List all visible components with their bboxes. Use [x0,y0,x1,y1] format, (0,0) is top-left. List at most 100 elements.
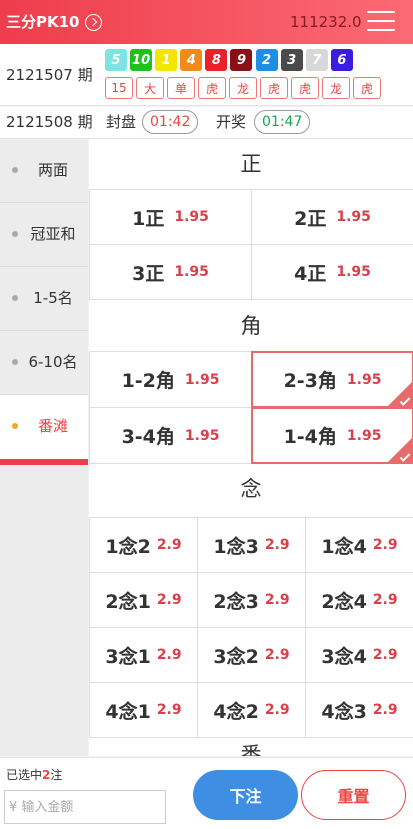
play-type-sidebar: 两面冠亚和 1-5名 6-10名番滩 [0,139,88,756]
hamburger-menu-icon[interactable] [367,9,395,33]
bet-option-odds: 1.95 [336,209,371,225]
bet-footer: 已选中2注 下注 重置 [0,757,413,829]
sidebar-item[interactable]: 番滩 [0,395,88,465]
bet-option-name: 4念2 [213,700,259,723]
bet-option[interactable]: 1念4 2.9 [305,517,413,573]
result-tag: 虎 [198,77,226,99]
bet-option[interactable]: 2念1 2.9 [89,572,198,628]
result-tag: 龙 [229,77,257,99]
check-icon [399,395,411,406]
result-tag: 龙 [322,77,350,99]
selected-suffix: 注 [50,768,63,782]
result-tag: 15 [105,77,133,99]
bet-option[interactable]: 1-4角 1.95 [251,407,413,464]
section-title: 角 [240,314,262,338]
result-tag: 虎 [291,77,319,99]
result-ball: 10 [130,49,153,71]
bet-option-name: 2正 [294,207,327,230]
result-ball: 9 [230,49,253,71]
sidebar-item-label: 两面 [37,161,68,179]
sidebar-item[interactable]: 1-5名 [0,267,88,331]
bet-option-name: 4正 [294,262,327,285]
sidebar-item-label: 冠亚和 [30,225,76,243]
bet-option-odds: 1.95 [174,209,209,225]
bet-options-panel[interactable]: 正 1正 1.95 2正 1.95 3正 1.95 4正 1.95 角 1-2角 1.95 2-3角 1.… [89,139,413,756]
bet-option[interactable]: 2念4 2.9 [305,572,413,628]
result-ball: 6 [330,49,353,71]
bet-option-odds: 2.9 [372,647,398,663]
sidebar-item-label: 番滩 [37,417,68,435]
bet-option-name: 2-3角 [283,370,337,392]
bet-option[interactable]: 1正 1.95 [89,189,252,245]
lock-label: 封盘 [106,113,137,131]
last-result-panel: 2121507 期 5 10 1 4 8 9 2 3 7 6 15 大单虎龙虎虎龙虎 [0,44,413,106]
bet-option-name: 2念4 [321,590,367,613]
bet-option-odds: 2.9 [264,537,290,553]
bet-option-odds: 2.9 [156,702,182,718]
bet-option-odds: 1.95 [184,371,220,388]
sidebar-item-label: 6-10名 [28,353,78,371]
bet-option-name: 3念1 [105,645,151,668]
bet-option-odds: 2.9 [372,702,398,718]
bet-option-odds: 2.9 [264,702,290,718]
bet-option-odds: 1.95 [336,264,371,280]
result-tags: 15 大单虎龙虎虎龙虎 [105,77,384,99]
bet-option-name: 2念1 [105,590,151,613]
app-root: 三分PK10 111232.0 2121507 期 5 10 1 4 8 9 2 3 7 6 15… [0,0,413,829]
bet-option-odds: 2.9 [264,592,290,608]
bet-option[interactable]: 1念3 2.9 [197,517,306,573]
result-tag: 虎 [260,77,288,99]
bet-option-name: 2念3 [213,590,259,613]
bet-option[interactable]: 1-2角 1.95 [89,351,252,408]
bet-option[interactable]: 3-4角 1.95 [89,407,252,464]
bet-option[interactable]: 3念1 2.9 [89,627,198,683]
bet-option-name: 1-2角 [121,370,175,392]
bet-option-name: 3念2 [213,645,259,668]
bet-option[interactable]: 4念1 2.9 [89,682,198,738]
bet-option-name: 3正 [132,262,165,285]
sidebar-item[interactable]: 两面 [0,139,88,203]
section-title: 正 [240,152,262,176]
result-ball: 8 [205,49,228,71]
bet-option[interactable]: 4正 1.95 [251,244,413,300]
bet-option-odds: 1.95 [174,264,209,280]
bet-option[interactable]: 3念2 2.9 [197,627,306,683]
result-tag: 大 [136,77,164,99]
draw-label: 开奖 [216,113,247,131]
bet-amount-input[interactable] [4,790,166,824]
bet-option[interactable]: 4念2 2.9 [197,682,306,738]
lock-countdown: 01:42 [142,110,199,134]
check-icon [399,451,411,462]
place-bet-button[interactable]: 下注 [193,770,298,820]
draw-countdown: 01:47 [254,110,311,134]
bet-option[interactable]: 3念4 2.9 [305,627,413,683]
bet-option-name: 1念4 [321,535,367,558]
sidebar-item[interactable]: 6-10名 [0,331,88,395]
bet-option-name: 3-4角 [121,426,175,448]
bet-option[interactable]: 4念3 2.9 [305,682,413,738]
result-tag: 虎 [353,77,381,99]
bet-option-name: 1念3 [213,535,259,558]
chevron-right-circle-icon[interactable] [84,13,102,31]
bet-option-odds: 2.9 [156,537,182,553]
bet-option-odds: 1.95 [346,427,382,444]
bet-option-odds: 1.95 [184,427,220,444]
game-title[interactable]: 三分PK10 [6,12,102,32]
reset-button[interactable]: 重置 [301,770,406,820]
current-issue-bar: 2121508 期 封盘 01:42 开奖 01:47 [0,107,413,139]
bet-option-odds: 2.9 [372,592,398,608]
bet-option[interactable]: 1念2 2.9 [89,517,198,573]
bet-option[interactable]: 2-3角 1.95 [251,351,413,408]
bet-option-name: 1-4角 [283,426,337,448]
result-ball: 3 [280,49,303,71]
selected-prefix: 已选中 [6,768,43,782]
bet-option-name: 4念1 [105,700,151,723]
result-ball: 7 [305,49,328,71]
sidebar-item[interactable]: 冠亚和 [0,203,88,267]
bet-option[interactable]: 2正 1.95 [251,189,413,245]
bet-option[interactable]: 2念3 2.9 [197,572,306,628]
header-bar: 三分PK10 111232.0 [0,0,413,44]
section-title: 念 [240,477,262,501]
bet-option-odds: 2.9 [372,537,398,553]
bet-option[interactable]: 3正 1.95 [89,244,252,300]
